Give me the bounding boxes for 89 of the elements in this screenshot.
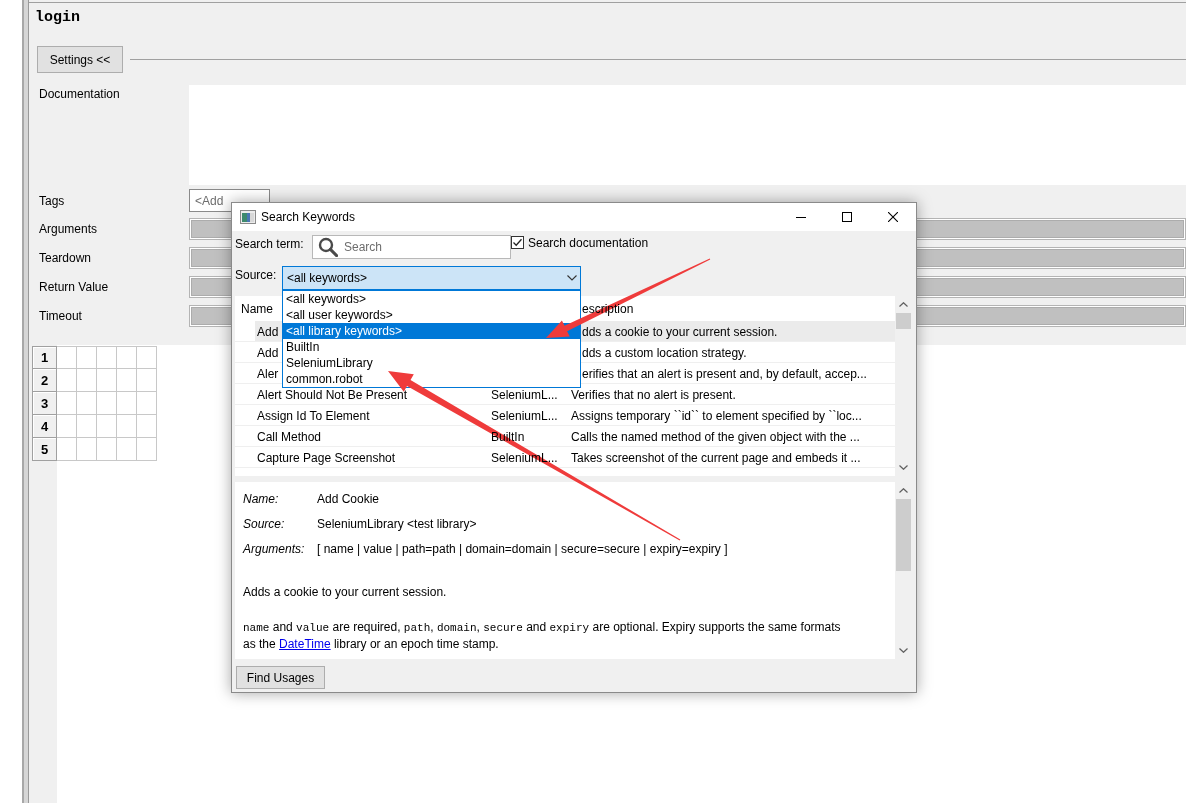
keyword-description: Calls the named method of the given object with the ... bbox=[571, 430, 860, 444]
close-icon bbox=[888, 212, 898, 222]
dropdown-option[interactable]: BuiltIn bbox=[283, 339, 580, 355]
grid-cell[interactable] bbox=[97, 438, 117, 461]
row-header[interactable]: 4 bbox=[32, 415, 57, 438]
grid-cell[interactable] bbox=[117, 369, 137, 392]
grid-cell[interactable] bbox=[97, 392, 117, 415]
grid-cell[interactable] bbox=[77, 392, 97, 415]
doc-link[interactable]: DateTime bbox=[279, 637, 331, 651]
window-title: Search Keywords bbox=[261, 210, 357, 224]
editor-title: login bbox=[35, 9, 80, 27]
keyword-description: dds a cookie to your current session. bbox=[582, 325, 778, 339]
chevron-down-icon[interactable] bbox=[899, 465, 908, 470]
detail-label: Arguments: bbox=[243, 541, 306, 556]
keyword-row[interactable]: Alert Should Not Be Present SeleniumL... Verifies that no alert is present. bbox=[255, 384, 895, 404]
grid-cell[interactable] bbox=[77, 438, 97, 461]
detail-label: Source: bbox=[243, 516, 286, 531]
dropdown-option[interactable]: SeleniumLibrary bbox=[283, 355, 580, 371]
grid-cell[interactable] bbox=[97, 346, 117, 369]
keyword-name: Alert Should Not Be Present bbox=[257, 388, 408, 402]
dropdown-option[interactable]: <all user keywords> bbox=[283, 307, 580, 323]
window-icon bbox=[240, 210, 256, 224]
field-label: Tags bbox=[39, 193, 66, 208]
keyword-description: Takes screenshot of the current page and embeds it ... bbox=[571, 451, 861, 465]
keyword-description: Assigns temporary ``id`` to element specified by ``loc... bbox=[571, 409, 862, 423]
keyword-name: Assign Id To Element bbox=[257, 409, 370, 423]
row-header[interactable]: 3 bbox=[32, 392, 57, 415]
grid-cell[interactable] bbox=[77, 346, 97, 369]
field-label: Teardown bbox=[39, 251, 93, 265]
detail-value: [ name | value | path=path | domain=domain | secure=secure | expiry=expiry ] bbox=[317, 541, 728, 556]
doc-paragraph: name and value are required, path, domain, secure and expiry are optional. Expiry supports the same formats as the DateTime library or an epoch time stamp. bbox=[243, 619, 842, 652]
grid-cell[interactable] bbox=[137, 346, 157, 369]
grid-cell[interactable] bbox=[137, 369, 157, 392]
grid-cell[interactable] bbox=[77, 369, 97, 392]
field-label: Documentation bbox=[39, 87, 121, 101]
chevron-down-icon bbox=[567, 275, 577, 281]
grid-cell[interactable] bbox=[117, 392, 137, 415]
grid-cell[interactable] bbox=[97, 369, 117, 392]
dropdown-option[interactable]: common.robot bbox=[283, 371, 580, 387]
doc-summary: Adds a cookie to your current session. bbox=[243, 584, 447, 600]
detail-value: Add Cookie bbox=[317, 491, 380, 506]
keyword-name: Call Method bbox=[257, 430, 322, 444]
row-header[interactable]: 1 bbox=[32, 346, 57, 369]
find-usages-button[interactable]: Find Usages bbox=[236, 666, 325, 689]
dropdown-option[interactable]: <all keywords> bbox=[283, 291, 580, 307]
source-dropdown[interactable]: <all keywords> bbox=[282, 266, 581, 290]
row-header[interactable]: 5 bbox=[32, 438, 57, 461]
field-label: Search term: bbox=[235, 236, 305, 251]
search-icon bbox=[318, 237, 338, 257]
checkbox[interactable] bbox=[511, 236, 524, 249]
grid-cell[interactable] bbox=[57, 346, 77, 369]
scrollbar-thumb[interactable] bbox=[896, 499, 911, 571]
keyword-name: Capture Page Screenshot bbox=[257, 451, 396, 465]
keyword-description: Verifies that no alert is present. bbox=[571, 388, 736, 402]
maximize-icon bbox=[842, 212, 852, 222]
grid-cell[interactable] bbox=[97, 415, 117, 438]
minimize-icon bbox=[796, 216, 806, 218]
detail-value: SeleniumLibrary <test library> bbox=[317, 516, 477, 531]
checkbox-label[interactable]: Search documentation bbox=[528, 235, 649, 250]
chevron-up-icon[interactable] bbox=[899, 488, 908, 493]
keyword-name: Add bbox=[257, 325, 279, 339]
keyword-row[interactable]: Assign Id To Element SeleniumL... Assigns temporary ``id`` to element specified by ``loc... bbox=[255, 405, 895, 425]
grid-cell[interactable] bbox=[137, 438, 157, 461]
row-header[interactable]: 2 bbox=[32, 369, 57, 392]
settings-toggle-button[interactable]: Settings << bbox=[37, 46, 123, 73]
keyword-source: SeleniumL... bbox=[491, 409, 558, 423]
grid-cell[interactable] bbox=[117, 438, 137, 461]
grid-cell[interactable] bbox=[57, 415, 77, 438]
field-label: Arguments bbox=[39, 222, 99, 236]
grid-cell[interactable] bbox=[137, 415, 157, 438]
grid-cell[interactable] bbox=[57, 369, 77, 392]
grid-cell[interactable] bbox=[57, 438, 77, 461]
panel-splitter[interactable] bbox=[22, 0, 29, 803]
grid-cell[interactable] bbox=[117, 346, 137, 369]
chevron-down-icon[interactable] bbox=[899, 648, 908, 653]
field-label: Timeout bbox=[39, 309, 83, 323]
grid-cell[interactable] bbox=[77, 415, 97, 438]
field-label: Source: bbox=[235, 267, 278, 282]
scrollbar-thumb[interactable] bbox=[896, 313, 911, 329]
search-field[interactable]: Search bbox=[312, 235, 511, 259]
grid-cell[interactable] bbox=[137, 392, 157, 415]
keyword-source: SeleniumL... bbox=[491, 388, 558, 402]
dropdown-option[interactable]: <all library keywords> bbox=[283, 323, 580, 339]
column-header[interactable]: Name bbox=[241, 301, 273, 316]
grid-cell[interactable] bbox=[117, 415, 137, 438]
detail-label: Name: bbox=[243, 491, 280, 506]
field-label: Return Value bbox=[39, 280, 110, 294]
grid-cell[interactable] bbox=[57, 392, 77, 415]
chevron-up-icon[interactable] bbox=[899, 302, 908, 307]
